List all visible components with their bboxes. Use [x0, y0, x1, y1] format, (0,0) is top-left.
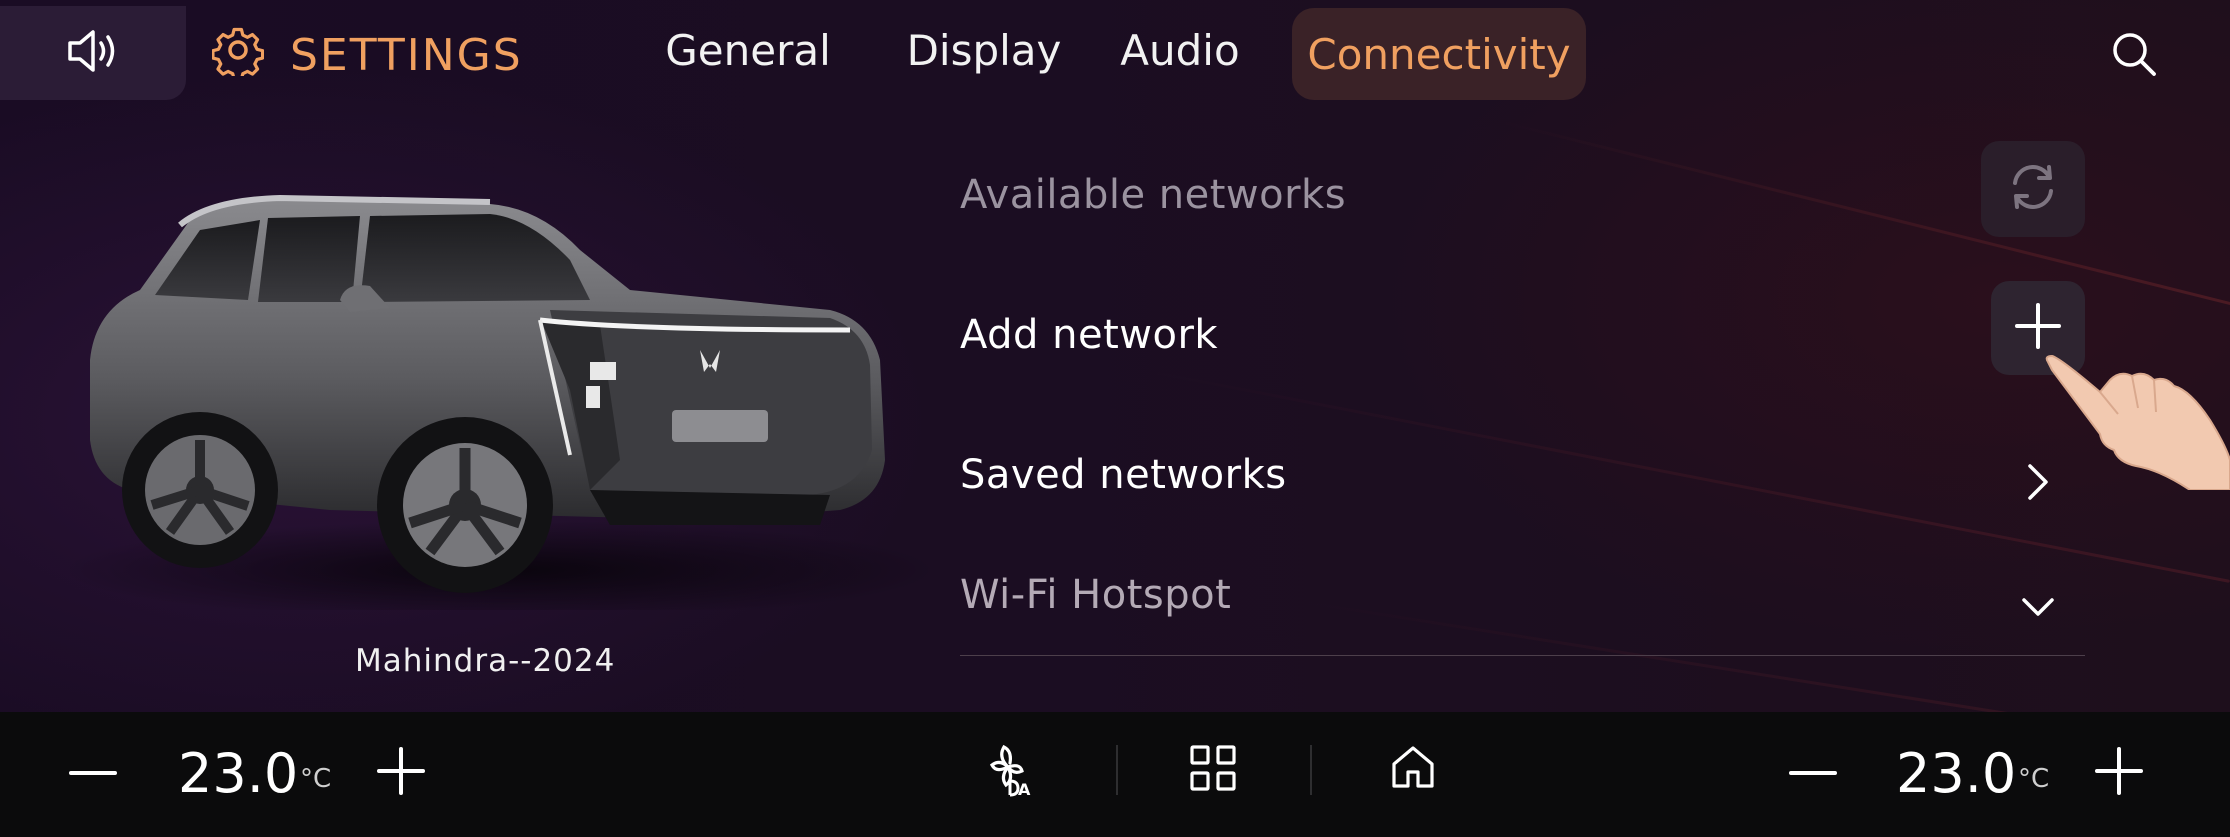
right-temperature: 23.0 — [1896, 742, 2017, 805]
list-divider — [960, 655, 2085, 656]
volume-icon — [66, 28, 120, 78]
available-networks-label: Available networks — [960, 172, 1347, 218]
left-temp-unit: °C — [300, 764, 332, 794]
background-streak — [1499, 120, 2230, 317]
minus-icon — [69, 761, 117, 780]
apps-button[interactable] — [1190, 745, 1236, 795]
right-temp-decrease-button[interactable] — [1788, 752, 1838, 788]
home-button[interactable] — [1390, 746, 1436, 792]
svg-text:A: A — [1018, 780, 1031, 797]
minus-icon — [1789, 761, 1837, 780]
fan-auto-button[interactable]: A — [988, 743, 1044, 801]
plus-icon — [2013, 301, 2063, 355]
chevron-down-icon[interactable] — [2018, 592, 2058, 628]
vehicle-caption: Mahindra--2024 — [355, 643, 616, 679]
add-network-label[interactable]: Add network — [960, 312, 1218, 358]
plus-icon — [2095, 747, 2143, 799]
tab-general[interactable]: General — [660, 0, 836, 100]
tab-audio[interactable]: Audio — [1120, 0, 1240, 100]
right-temp-unit: °C — [2018, 764, 2050, 794]
vehicle-image — [70, 194, 930, 610]
left-temperature: 23.0 — [178, 742, 299, 805]
plus-icon — [377, 747, 425, 799]
right-temp-increase-button[interactable] — [2094, 747, 2144, 799]
tab-display[interactable]: Display — [896, 0, 1072, 100]
wifi-hotspot-label[interactable]: Wi-Fi Hotspot — [960, 572, 1231, 618]
bottom-bar-separator — [1116, 745, 1118, 795]
gear-icon — [211, 24, 265, 87]
search-icon — [2110, 33, 2160, 84]
volume-button[interactable] — [0, 6, 186, 100]
pointing-hand-icon — [2045, 354, 2230, 490]
refresh-icon — [2005, 159, 2061, 219]
saved-networks-label[interactable]: Saved networks — [960, 452, 1287, 498]
search-button[interactable] — [2110, 30, 2160, 80]
page-title: SETTINGS — [290, 29, 523, 81]
settings-header: SETTINGS — [211, 0, 523, 110]
refresh-networks-button[interactable] — [1981, 141, 2085, 237]
fan-auto-icon: A — [988, 743, 1044, 801]
left-temp-decrease-button[interactable] — [68, 752, 118, 788]
home-icon — [1390, 744, 1436, 794]
left-temp-increase-button[interactable] — [376, 747, 426, 799]
tab-connectivity[interactable]: Connectivity — [1292, 8, 1586, 100]
bottom-bar-separator — [1310, 745, 1312, 795]
infotainment-screen: SETTINGS General Display Audio Connectiv… — [0, 0, 2230, 712]
apps-grid-icon — [1190, 745, 1236, 795]
